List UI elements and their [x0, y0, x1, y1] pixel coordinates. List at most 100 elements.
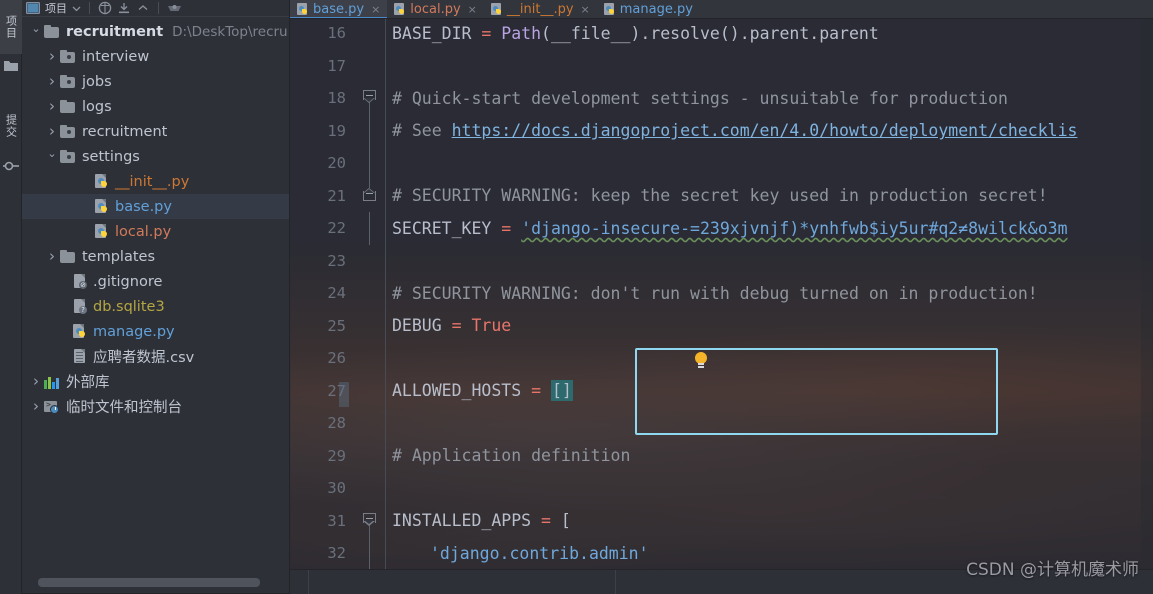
- tree-row-recruitment[interactable]: recruitment D:\DeskTop\recru: [22, 19, 289, 44]
- locate-icon[interactable]: [98, 1, 112, 15]
- code-line-19[interactable]: 19 # See https://docs.djangoproject.com/…: [290, 114, 1153, 147]
- fold-gutter[interactable]: [352, 82, 385, 115]
- python-file-icon: [490, 2, 503, 16]
- code-line-27[interactable]: 27 ALLOWED_HOSTS = []: [290, 375, 1153, 408]
- code-line-18[interactable]: 18 # Quick-start development settings - …: [290, 82, 1153, 115]
- ide-window: 项目 提交 项目 ⌄ recruitment D:\DeskTop\recru …: [0, 0, 1153, 594]
- intention-bulb-icon[interactable]: [694, 352, 708, 369]
- fold-gutter: [352, 147, 385, 180]
- tree-row-settings[interactable]: settings: [22, 144, 289, 169]
- code-line-24[interactable]: 24 # SECURITY WARNING: don't run with de…: [290, 277, 1153, 310]
- rail-item-project-label: 项目: [4, 15, 18, 39]
- chevron-down-icon[interactable]: [44, 151, 60, 162]
- editor-scrollbar-track[interactable]: [1141, 19, 1153, 569]
- close-icon[interactable]: ×: [581, 3, 590, 16]
- tab-label: __init__.py: [506, 1, 574, 17]
- folder-icon: [44, 25, 60, 38]
- tree-item-label: local.py: [115, 223, 172, 240]
- chevron-down-icon[interactable]: [72, 4, 81, 13]
- code-line-31[interactable]: 31 INSTALLED_APPS = [: [290, 505, 1153, 537]
- code-line-16[interactable]: 16 BASE_DIR = Path(__file__).resolve().p…: [290, 19, 1153, 50]
- code-line-23[interactable]: 23: [290, 245, 1153, 278]
- tree-row-csv[interactable]: 应聘者数据.csv: [22, 344, 289, 369]
- line-number: 24: [327, 284, 346, 303]
- tree-item-label: manage.py: [93, 323, 175, 340]
- code-line-25[interactable]: 25 DEBUG = True: [290, 310, 1153, 343]
- tree-row-base-py[interactable]: base.py: [22, 194, 289, 219]
- project-tree[interactable]: recruitment D:\DeskTop\recru interview j…: [22, 17, 289, 573]
- line-number: 19: [327, 121, 346, 140]
- tree-row-recruitment-app[interactable]: recruitment: [22, 119, 289, 144]
- tree-row-init-py[interactable]: __init__.py: [22, 169, 289, 194]
- fold-gutter[interactable]: [352, 505, 385, 537]
- code-token: # Application definition: [392, 446, 631, 466]
- tree-row-db-sqlite3[interactable]: ? db.sqlite3: [22, 294, 289, 319]
- fold-gutter: [352, 472, 385, 505]
- code-line-29[interactable]: 29 # Application definition: [290, 440, 1153, 473]
- code-line-26[interactable]: 26: [290, 342, 1153, 375]
- status-divider-1: [308, 570, 309, 594]
- fold-gutter: [352, 114, 385, 147]
- expand-icon[interactable]: [136, 3, 150, 13]
- chevron-right-icon[interactable]: [44, 74, 60, 89]
- code-token: SECRET_KEY: [392, 218, 492, 238]
- tree-row-interview[interactable]: interview: [22, 44, 289, 69]
- tree-item-label: 外部库: [66, 375, 110, 391]
- tree-row-gitignore[interactable]: ⊘ .gitignore: [22, 269, 289, 294]
- tree-item-label: .gitignore: [93, 273, 163, 290]
- fold-gutter: [352, 440, 385, 473]
- tree-row-jobs[interactable]: jobs: [22, 69, 289, 94]
- fold-gutter: [352, 19, 385, 50]
- tree-row-local-py[interactable]: local.py: [22, 219, 289, 244]
- code-line-22[interactable]: 22 SECRET_KEY = 'django-insecure-=239xjv…: [290, 212, 1153, 245]
- collapse-all-icon[interactable]: [117, 2, 131, 15]
- tree-row-scratches[interactable]: 临时文件和控制台: [22, 394, 289, 419]
- toolbar-divider-2: [158, 2, 159, 14]
- fold-gutter[interactable]: [352, 179, 385, 213]
- code-line-17[interactable]: 17: [290, 50, 1153, 83]
- code-line-30[interactable]: 30: [290, 472, 1153, 505]
- tab-local-py[interactable]: local.py ×: [387, 0, 484, 18]
- tab-label: manage.py: [619, 1, 693, 17]
- rail-item-project[interactable]: 项目: [0, 0, 22, 54]
- code-content[interactable]: 16 BASE_DIR = Path(__file__).resolve().p…: [290, 19, 1153, 569]
- code-line-20[interactable]: 20: [290, 147, 1153, 180]
- code-line-21[interactable]: 21 # SECURITY WARNING: keep the secret k…: [290, 179, 1153, 213]
- scratches-console-icon: [44, 400, 60, 414]
- code-token: =: [541, 511, 551, 531]
- line-number: 32: [327, 544, 346, 563]
- tree-row-logs[interactable]: logs: [22, 94, 289, 119]
- tree-row-external-libraries[interactable]: 外部库: [22, 369, 289, 394]
- tree-item-label: base.py: [115, 198, 172, 215]
- tree-item-label: jobs: [82, 73, 112, 90]
- doc-link[interactable]: https://docs.djangoproject.com/en/4.0/ho…: [452, 121, 1078, 140]
- chevron-right-icon[interactable]: [28, 399, 44, 414]
- chevron-down-icon[interactable]: [28, 26, 44, 37]
- rail-item-commit[interactable]: 提交: [0, 100, 22, 152]
- code-token: # SECURITY WARNING: keep the secret key …: [392, 186, 1048, 206]
- tree-item-label: 临时文件和控制台: [66, 400, 182, 416]
- tree-item-path: D:\DeskTop\recru: [172, 23, 288, 40]
- chevron-right-icon[interactable]: [28, 374, 44, 389]
- fold-gutter: [352, 277, 385, 310]
- close-icon[interactable]: ×: [468, 3, 477, 16]
- tab-init-py[interactable]: __init__.py ×: [484, 0, 597, 18]
- code-token: =: [501, 218, 512, 238]
- chevron-right-icon[interactable]: [44, 124, 60, 139]
- settings-icon[interactable]: [167, 2, 182, 15]
- close-icon[interactable]: ×: [371, 3, 380, 16]
- project-view-icon[interactable]: [26, 2, 40, 14]
- tree-row-templates[interactable]: templates: [22, 244, 289, 269]
- fold-gutter: [352, 342, 385, 375]
- code-token: BASE_DIR: [392, 23, 472, 43]
- code-line-28[interactable]: 28: [290, 407, 1153, 440]
- chevron-right-icon[interactable]: [44, 249, 60, 264]
- python-file-icon: [296, 2, 309, 16]
- tab-manage-py[interactable]: manage.py: [597, 0, 700, 18]
- tree-row-manage-py[interactable]: manage.py: [22, 319, 289, 344]
- chevron-right-icon[interactable]: [44, 99, 60, 114]
- tab-base-py[interactable]: base.py ×: [290, 0, 388, 18]
- horizontal-scrollbar[interactable]: [38, 578, 260, 587]
- chevron-right-icon[interactable]: [44, 49, 60, 64]
- toolbar-divider-1: [89, 2, 90, 14]
